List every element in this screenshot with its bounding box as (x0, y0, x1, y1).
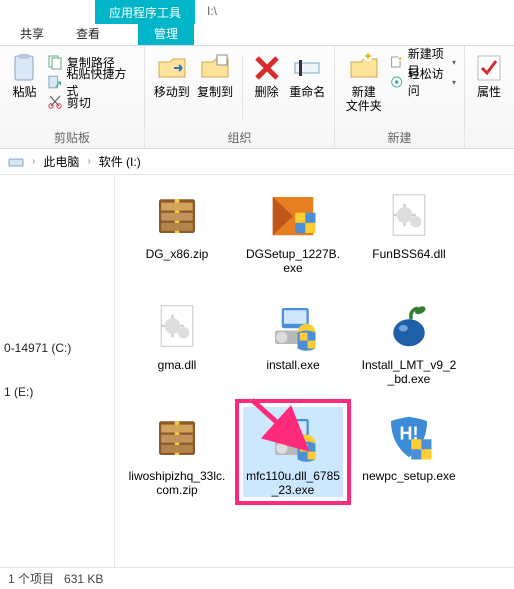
status-selected-count: 1 个项目 (8, 570, 54, 587)
move-to-label: 移动到 (154, 86, 190, 100)
new-item-icon (390, 54, 403, 70)
rename-label: 重命名 (289, 86, 325, 100)
clipboard-icon (8, 52, 40, 84)
file-item[interactable]: install.exe (243, 296, 343, 387)
file-name: liwoshipizhq_33lc.com.zip (127, 469, 227, 498)
chevron-right-icon[interactable]: › (32, 156, 35, 167)
paste-shortcut-button[interactable]: 粘贴快捷方式 (47, 72, 136, 92)
tab-manage[interactable]: 管理 (138, 23, 194, 45)
delete-button[interactable]: 删除 (251, 50, 283, 100)
drive-icon (8, 154, 24, 170)
new-folder-label: 新建 文件夹 (346, 86, 382, 114)
file-item[interactable]: mfc110u.dll_6785_23.exe (243, 407, 343, 498)
breadcrumb[interactable]: › 此电脑 › 软件 (I:) (0, 149, 514, 175)
copy-path-icon (47, 54, 63, 70)
nav-tree[interactable]: 0-14971 (C:) 1 (E:) (0, 175, 115, 567)
cut-button[interactable]: 剪切 (47, 92, 136, 112)
status-size: 631 KB (64, 572, 103, 586)
delete-label: 删除 (255, 86, 279, 100)
copy-to-icon (199, 52, 231, 84)
file-item[interactable]: FunBSS64.dll (359, 185, 459, 276)
rename-button[interactable]: 重命名 (289, 50, 326, 100)
paste-button[interactable]: 粘贴 (8, 50, 41, 100)
title-bar: 应用程序工具 I:\ (0, 0, 514, 24)
chevron-right-icon[interactable]: › (87, 156, 90, 167)
file-name: gma.dll (158, 358, 197, 372)
group-new-label: 新建 (343, 127, 456, 146)
file-name: newpc_setup.exe (362, 469, 455, 483)
paste-shortcut-icon (47, 74, 62, 90)
new-folder-icon (348, 52, 380, 84)
easy-access-icon (390, 74, 403, 90)
properties-button[interactable]: 属性 (473, 50, 505, 100)
file-name: mfc110u.dll_6785_23.exe (243, 469, 343, 498)
file-name: DG_x86.zip (146, 247, 209, 261)
chevron-down-icon: ▾ (452, 78, 456, 87)
crumb-drive[interactable]: 软件 (I:) (99, 153, 141, 170)
paste-label: 粘贴 (12, 86, 36, 100)
chevron-down-icon: ▾ (452, 58, 456, 67)
file-item[interactable]: H! newpc_setup.exe (359, 407, 459, 498)
file-icon (141, 185, 213, 245)
move-to-icon (156, 52, 188, 84)
new-folder-button[interactable]: 新建 文件夹 (343, 50, 384, 114)
file-item[interactable]: Install_LMT_v9_2_bd.exe (359, 296, 459, 387)
file-icon (141, 407, 213, 467)
file-icon: H! (373, 407, 445, 467)
easy-access-label: 轻松访问 (408, 65, 448, 99)
ribbon-tabs: 共享 查看 管理 (0, 24, 514, 46)
file-item[interactable]: gma.dll (127, 296, 227, 387)
file-icon (373, 185, 445, 245)
crumb-this-pc[interactable]: 此电脑 (43, 153, 79, 170)
file-icon (373, 296, 445, 356)
tab-share[interactable]: 共享 (4, 23, 60, 45)
copy-to-button[interactable]: 复制到 (196, 50, 233, 100)
rename-icon (291, 52, 323, 84)
group-clipboard-label: 剪贴板 (8, 127, 136, 146)
file-name: Install_LMT_v9_2_bd.exe (359, 358, 459, 387)
copy-to-label: 复制到 (197, 86, 233, 100)
file-grid[interactable]: DG_x86.zip DGSetup_1227B.exe FunBSS64.dll g… (115, 175, 514, 567)
file-item[interactable]: DGSetup_1227B.exe (243, 185, 343, 276)
file-icon (257, 185, 329, 245)
tree-item-drive-e[interactable]: 1 (E:) (0, 379, 114, 405)
properties-label: 属性 (477, 86, 501, 100)
window-title-path: I:\ (195, 0, 229, 24)
file-name: install.exe (266, 358, 319, 372)
tree-item-drive-c[interactable]: 0-14971 (C:) (0, 335, 114, 361)
ribbon: 粘贴 复制路径 粘贴快捷方式 剪切 剪贴板 (0, 46, 514, 149)
easy-access-button[interactable]: 轻松访问 ▾ (390, 72, 456, 92)
delete-x-icon (251, 52, 283, 84)
move-to-button[interactable]: 移动到 (153, 50, 190, 100)
properties-check-icon (473, 52, 505, 84)
file-item[interactable]: liwoshipizhq_33lc.com.zip (127, 407, 227, 498)
file-item[interactable]: DG_x86.zip (127, 185, 227, 276)
file-name: DGSetup_1227B.exe (243, 247, 343, 276)
file-icon (141, 296, 213, 356)
cut-label: 剪切 (67, 94, 91, 111)
status-bar: 1 个项目 631 KB (0, 567, 514, 589)
scissors-icon (47, 94, 63, 110)
content-area: 0-14971 (C:) 1 (E:) DG_x86.zip DGSetup_12… (0, 175, 514, 567)
contextual-tab-app-tools[interactable]: 应用程序工具 (95, 0, 195, 24)
file-icon (257, 296, 329, 356)
file-icon (257, 407, 329, 467)
group-organize-label: 组织 (153, 127, 326, 146)
file-name: FunBSS64.dll (372, 247, 445, 261)
tab-view[interactable]: 查看 (60, 23, 116, 45)
